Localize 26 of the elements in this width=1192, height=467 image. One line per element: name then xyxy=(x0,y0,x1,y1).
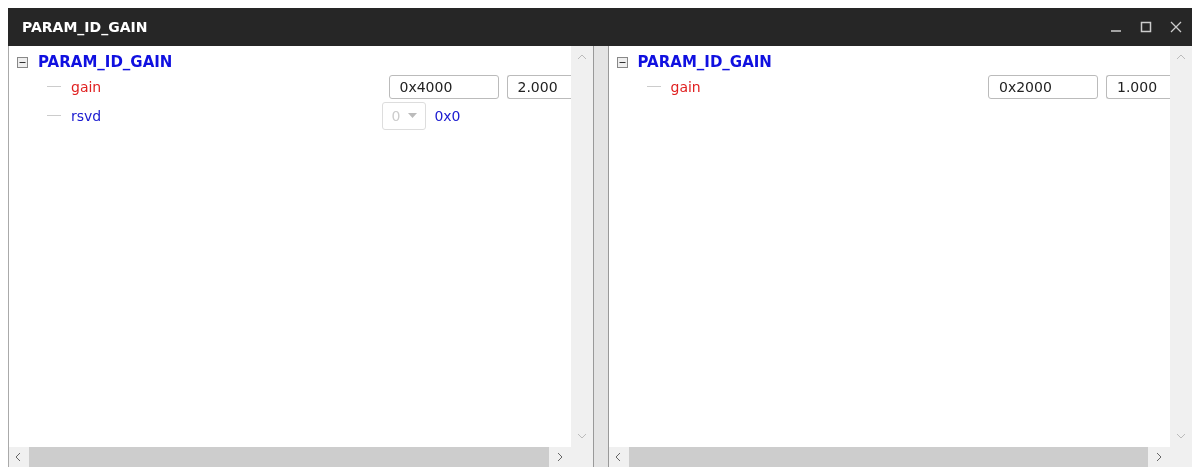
maximize-icon[interactable] xyxy=(1140,21,1152,33)
collapse-icon[interactable] xyxy=(17,56,28,68)
scroll-right-icon[interactable] xyxy=(556,452,563,462)
hex-value: 0x0 xyxy=(434,107,461,124)
scroll-right-icon[interactable] xyxy=(1156,452,1162,462)
caret-icon xyxy=(408,113,418,118)
field-label: gain xyxy=(71,78,103,95)
scroll-down-icon[interactable] xyxy=(1176,433,1186,439)
window-title: PARAM_ID_GAIN xyxy=(22,19,148,35)
collapse-icon[interactable] xyxy=(616,56,628,68)
vertical-scrollbar[interactable] xyxy=(570,46,593,447)
scroll-left-icon[interactable] xyxy=(614,452,621,462)
field-label: rsvd xyxy=(71,107,103,124)
hex-input[interactable]: 0x2000 xyxy=(988,74,1098,99)
vertical-scrollbar[interactable] xyxy=(1170,46,1192,447)
value-input[interactable]: 2.000 xyxy=(506,74,571,99)
tree-node-label[interactable]: PARAM_ID_GAIN xyxy=(38,53,173,71)
close-icon[interactable] xyxy=(1170,21,1182,33)
hex-input[interactable]: 0x4000 xyxy=(388,74,499,99)
value-input[interactable]: 1.000 xyxy=(1106,74,1170,99)
scroll-up-icon[interactable] xyxy=(576,54,587,60)
scroll-down-icon[interactable] xyxy=(576,433,587,439)
field-label: gain xyxy=(670,78,702,95)
tree-node-label[interactable]: PARAM_ID_GAIN xyxy=(637,53,772,71)
scroll-up-icon[interactable] xyxy=(1176,54,1186,60)
scroll-left-icon[interactable] xyxy=(15,452,21,462)
